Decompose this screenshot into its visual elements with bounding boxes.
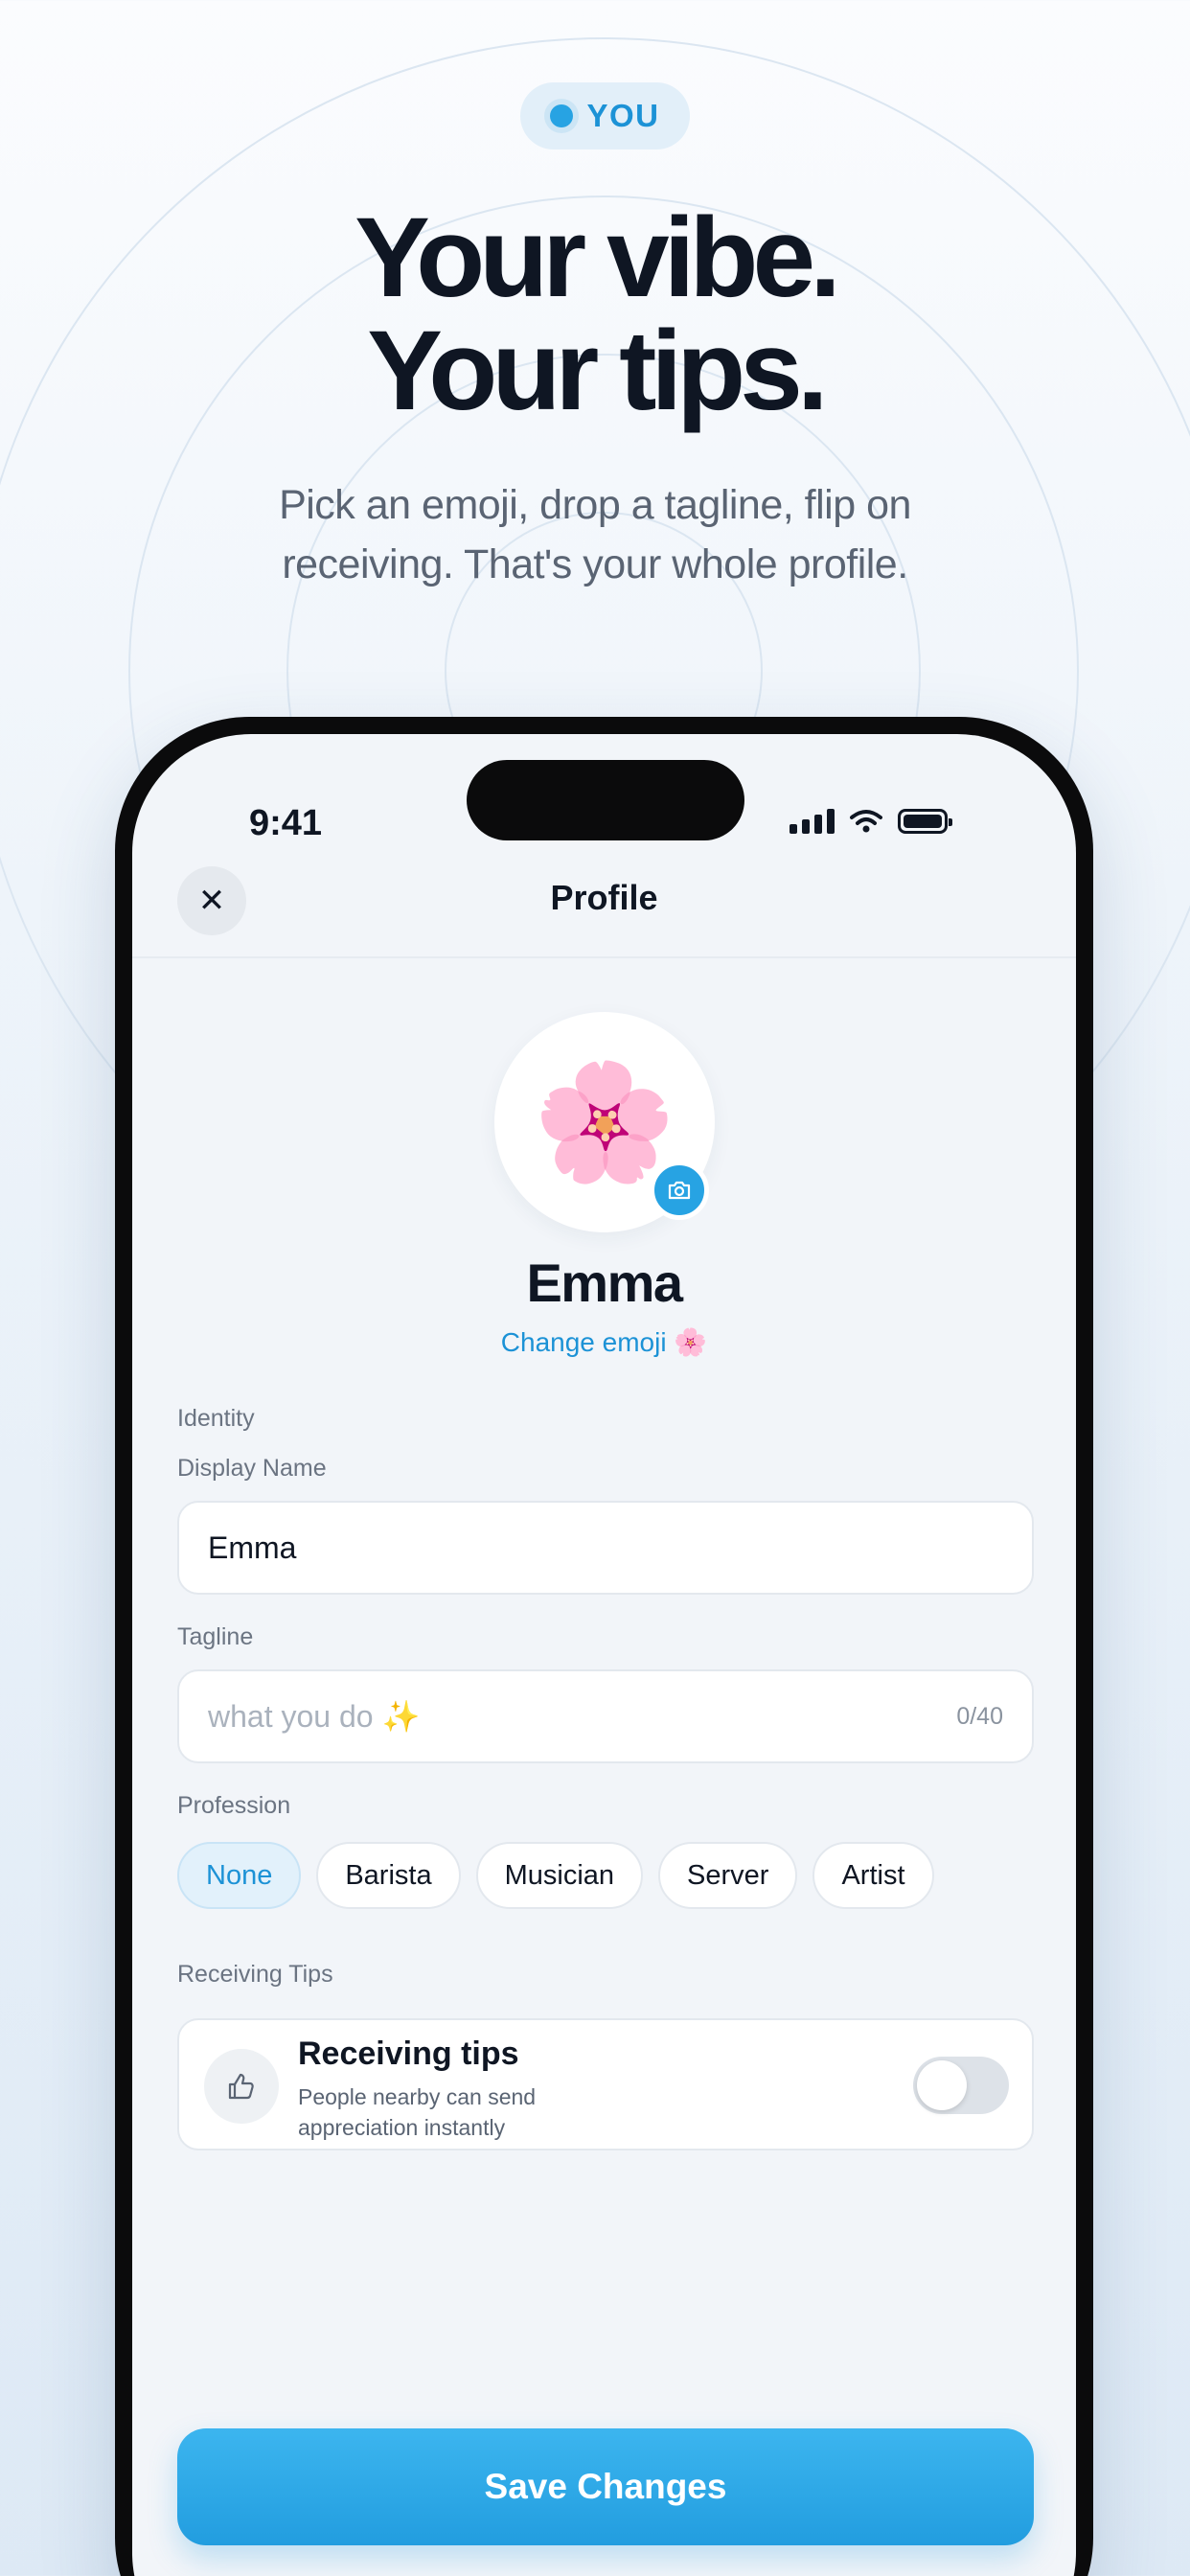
- avatar-emoji: 🌸: [533, 1058, 676, 1186]
- hero-subtitle: Pick an emoji, drop a tagline, flip on r…: [0, 475, 1190, 594]
- profession-chip-barista[interactable]: Barista: [316, 1842, 461, 1909]
- status-icons: [790, 809, 952, 834]
- camera-icon: [668, 1181, 691, 1200]
- tagline-field[interactable]: what you do ✨ 0/40: [177, 1669, 1034, 1763]
- status-time: 9:41: [249, 803, 323, 843]
- headline-line-2: Your tips.: [367, 308, 828, 434]
- battery-icon: [898, 809, 952, 834]
- receiving-tips-title: Receiving tips: [298, 2036, 519, 2072]
- identity-section-label: Identity: [177, 1405, 255, 1432]
- badge-dot: [550, 104, 574, 127]
- display-name-value: Emma: [208, 1530, 297, 1565]
- display-name-field[interactable]: Emma: [177, 1501, 1034, 1595]
- subtitle-line-2: receiving. That's your whole profile.: [282, 541, 908, 587]
- thumbs-up-icon: [204, 2049, 279, 2124]
- hero-headline: Your vibe. Your tips.: [0, 201, 1190, 427]
- tagline-counter: 0/40: [956, 1702, 1003, 1730]
- you-badge: YOU: [520, 82, 690, 150]
- nav-bar: ✕ Profile: [132, 847, 1076, 958]
- badge-label: YOU: [586, 98, 660, 133]
- signal-icon: [790, 809, 835, 834]
- profession-label: Profession: [177, 1792, 291, 1819]
- receiving-tips-toggle[interactable]: [913, 2057, 1009, 2114]
- phone-frame: 9:41 ✕ Profile 🌸 Emma Change emoji 🌸 Ide…: [115, 717, 1093, 2576]
- phone-screen: 9:41 ✕ Profile 🌸 Emma Change emoji 🌸 Ide…: [132, 734, 1076, 2576]
- profession-chip-artist[interactable]: Artist: [812, 1842, 934, 1909]
- headline-line-1: Your vibe.: [355, 195, 841, 321]
- profession-chip-none[interactable]: None: [177, 1842, 302, 1909]
- dynamic-island: [467, 760, 744, 840]
- receiving-tips-card: Receiving tips People nearby can send ap…: [177, 2018, 1034, 2150]
- profession-chip-musician[interactable]: Musician: [475, 1842, 644, 1909]
- display-name-label: Display Name: [177, 1455, 327, 1482]
- camera-button[interactable]: [650, 1161, 709, 1220]
- wifi-icon: [850, 810, 882, 833]
- change-emoji-link[interactable]: Change emoji 🌸: [132, 1326, 1076, 1358]
- profession-chips: None Barista Musician Server Artist: [177, 1842, 934, 1909]
- page-title: Profile: [550, 878, 658, 917]
- profession-chip-server[interactable]: Server: [658, 1842, 798, 1909]
- tagline-label: Tagline: [177, 1623, 254, 1650]
- receiving-tips-section-label: Receiving Tips: [177, 1961, 333, 1988]
- toggle-knob: [917, 2060, 967, 2110]
- subtitle-line-1: Pick an emoji, drop a tagline, flip on: [279, 482, 911, 528]
- save-changes-button[interactable]: Save Changes: [177, 2428, 1034, 2545]
- profile-name: Emma: [526, 1253, 683, 1313]
- tagline-placeholder: what you do ✨: [208, 1699, 421, 1734]
- receiving-tips-description: People nearby can send appreciation inst…: [298, 2084, 537, 2140]
